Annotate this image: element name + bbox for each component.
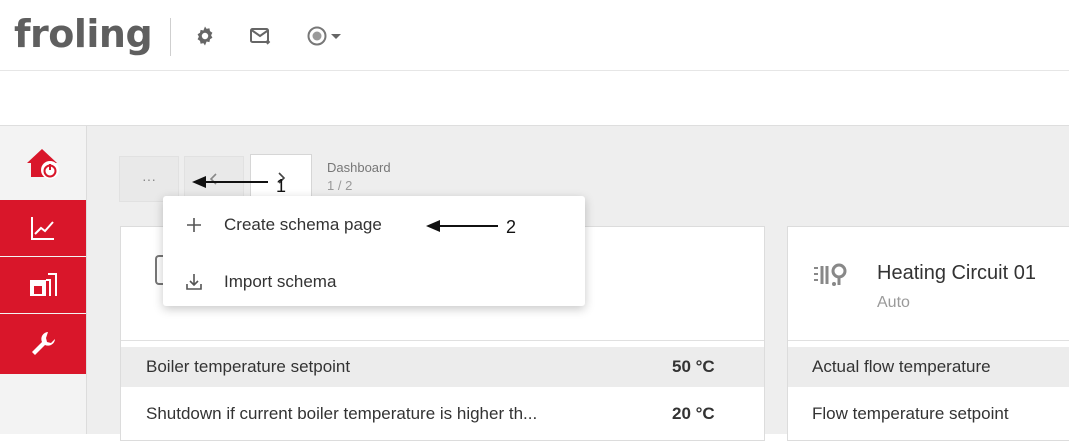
divider bbox=[788, 340, 1069, 341]
page-indicator: 1 / 2 bbox=[327, 178, 353, 193]
annotation-arrow-2 bbox=[426, 220, 498, 232]
heating-circuit-icon bbox=[814, 263, 847, 286]
top-header: froling bbox=[0, 0, 1069, 71]
header-band bbox=[0, 71, 1069, 126]
home-power-icon bbox=[27, 149, 59, 179]
sidebar-item-charts[interactable] bbox=[0, 200, 86, 256]
heating-circuit-title: Heating Circuit 01 bbox=[877, 262, 1036, 284]
header-divider bbox=[170, 18, 171, 56]
import-icon bbox=[183, 271, 205, 293]
mail-icon[interactable] bbox=[248, 24, 272, 48]
boiler-row-label: Boiler temperature setpoint bbox=[146, 357, 351, 376]
menu-item-import-schema[interactable]: Import schema bbox=[163, 256, 585, 308]
menu-item-label: Import schema bbox=[224, 272, 337, 291]
menu-item-create-schema-page[interactable]: Create schema page bbox=[163, 199, 585, 251]
annotation-arrow-1 bbox=[192, 176, 268, 188]
chevron-down-icon[interactable] bbox=[329, 24, 343, 48]
heating-row-label: Actual flow temperature bbox=[812, 357, 991, 376]
froling-logo[interactable]: froling bbox=[14, 12, 153, 56]
gear-icon[interactable] bbox=[193, 24, 217, 48]
boiler-icon bbox=[30, 273, 57, 296]
divider bbox=[121, 340, 764, 341]
boiler-row-value[interactable]: 50 °C bbox=[672, 357, 715, 377]
boiler-row-label: Shutdown if current boiler temperature i… bbox=[146, 404, 538, 423]
heating-circuit-mode: Auto bbox=[877, 294, 910, 311]
sidebar-item-boiler[interactable] bbox=[0, 257, 86, 313]
more-label: ··· bbox=[142, 171, 156, 187]
wrench-icon bbox=[32, 332, 55, 355]
sidebar-item-service[interactable] bbox=[0, 314, 86, 374]
heating-row-label: Flow temperature setpoint bbox=[812, 404, 1009, 423]
menu-item-label: Create schema page bbox=[224, 215, 382, 234]
annotation-label-1: 1 bbox=[276, 176, 287, 196]
boiler-row-value[interactable]: 20 °C bbox=[672, 404, 715, 424]
sidebar-item-home[interactable] bbox=[0, 126, 86, 200]
sidebar bbox=[0, 126, 87, 434]
plus-icon bbox=[183, 214, 205, 236]
line-chart-icon bbox=[31, 217, 54, 240]
dashboard-title: Dashboard bbox=[327, 160, 391, 175]
status-circle-icon[interactable] bbox=[305, 24, 329, 48]
more-options-menu: Create schema page Import schema bbox=[163, 196, 585, 306]
annotation-label-2: 2 bbox=[506, 217, 517, 237]
